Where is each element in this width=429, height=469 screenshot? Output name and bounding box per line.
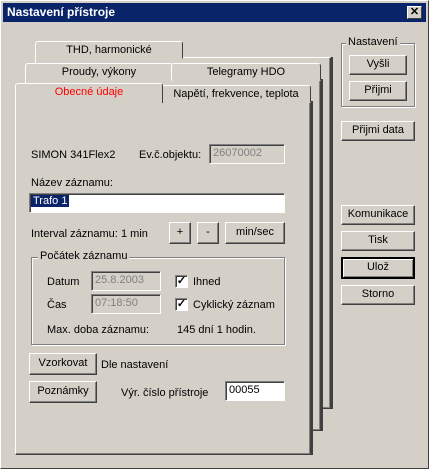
cyclic-checkbox[interactable]: ✓	[175, 298, 188, 311]
serial-input[interactable]: 00055	[225, 381, 285, 401]
serial-label: Výr. číslo přístroje	[121, 387, 209, 399]
window-title: Nastavení přístroje	[7, 5, 116, 19]
max-duration-label: Max. doba záznamu:	[47, 324, 150, 336]
object-no-field[interactable]: 26070002	[209, 144, 285, 164]
tab-label-active: Obecné údaje	[54, 86, 124, 98]
start-group-legend: Počátek záznamu	[38, 250, 130, 262]
time-field[interactable]: 07:18:50	[91, 294, 161, 314]
date-label: Datum	[47, 276, 80, 288]
send-button[interactable]: Vyšli	[349, 55, 407, 75]
date-field[interactable]: 25.8.2003	[91, 271, 161, 291]
tab-label: Telegramy HDO	[206, 66, 286, 78]
interval-label: Interval záznamu:	[31, 228, 118, 240]
object-no-label: Ev.č.objektu:	[139, 149, 202, 161]
save-button[interactable]: Ulož	[341, 257, 415, 279]
cancel-button[interactable]: Storno	[341, 285, 415, 305]
cyclic-label: Cyklický záznam	[193, 299, 275, 311]
communication-button[interactable]: Komunikace	[341, 205, 415, 225]
immediately-checkbox[interactable]: ✓	[175, 275, 188, 288]
tab-proudy-vykony[interactable]: Proudy, výkony	[25, 63, 173, 81]
record-name-input[interactable]: Trafo 1	[29, 193, 285, 213]
device-name: SIMON 341Flex2	[31, 149, 116, 161]
tab-label: THD, harmonické	[66, 44, 152, 56]
tab-thd-harmonicke[interactable]: THD, harmonické	[35, 41, 183, 59]
interval-plus-button[interactable]: +	[169, 222, 191, 244]
title-bar: Nastavení přístroje ✕	[3, 3, 426, 22]
tab-obecne-udaje[interactable]: Obecné údaje	[15, 83, 163, 103]
receive-data-button[interactable]: Přijmi data	[341, 121, 415, 141]
record-name-label: Název záznamu:	[31, 177, 113, 189]
settings-dialog: Nastavení přístroje ✕ THD, harmonické Pr…	[0, 0, 429, 469]
immediately-label: Ihned	[193, 276, 221, 288]
interval-value: 1 min	[121, 228, 148, 240]
close-button[interactable]: ✕	[407, 6, 422, 19]
sampling-button[interactable]: Vzorkovat	[29, 353, 97, 375]
notes-button[interactable]: Poznámky	[29, 381, 97, 403]
tab-napeti-frekvence-teplota[interactable]: Napětí, frekvence, teplota	[161, 85, 311, 103]
record-name-selected-text: Trafo 1	[31, 195, 70, 207]
interval-minus-button[interactable]: -	[197, 222, 219, 244]
print-button[interactable]: Tisk	[341, 231, 415, 251]
sampling-value: Dle nastavení	[101, 359, 169, 371]
tab-telegramy-hdo[interactable]: Telegramy HDO	[171, 63, 321, 81]
max-duration-value: 145 dní 1 hodin.	[177, 324, 256, 336]
tab-label: Proudy, výkony	[61, 66, 137, 78]
tab-label: Napětí, frekvence, teplota	[173, 88, 299, 100]
time-label: Čas	[47, 299, 67, 311]
nastaveni-legend: Nastavení	[346, 36, 400, 48]
interval-unit-button[interactable]: min/sec	[225, 222, 285, 244]
receive-button[interactable]: Přijmi	[349, 81, 407, 101]
